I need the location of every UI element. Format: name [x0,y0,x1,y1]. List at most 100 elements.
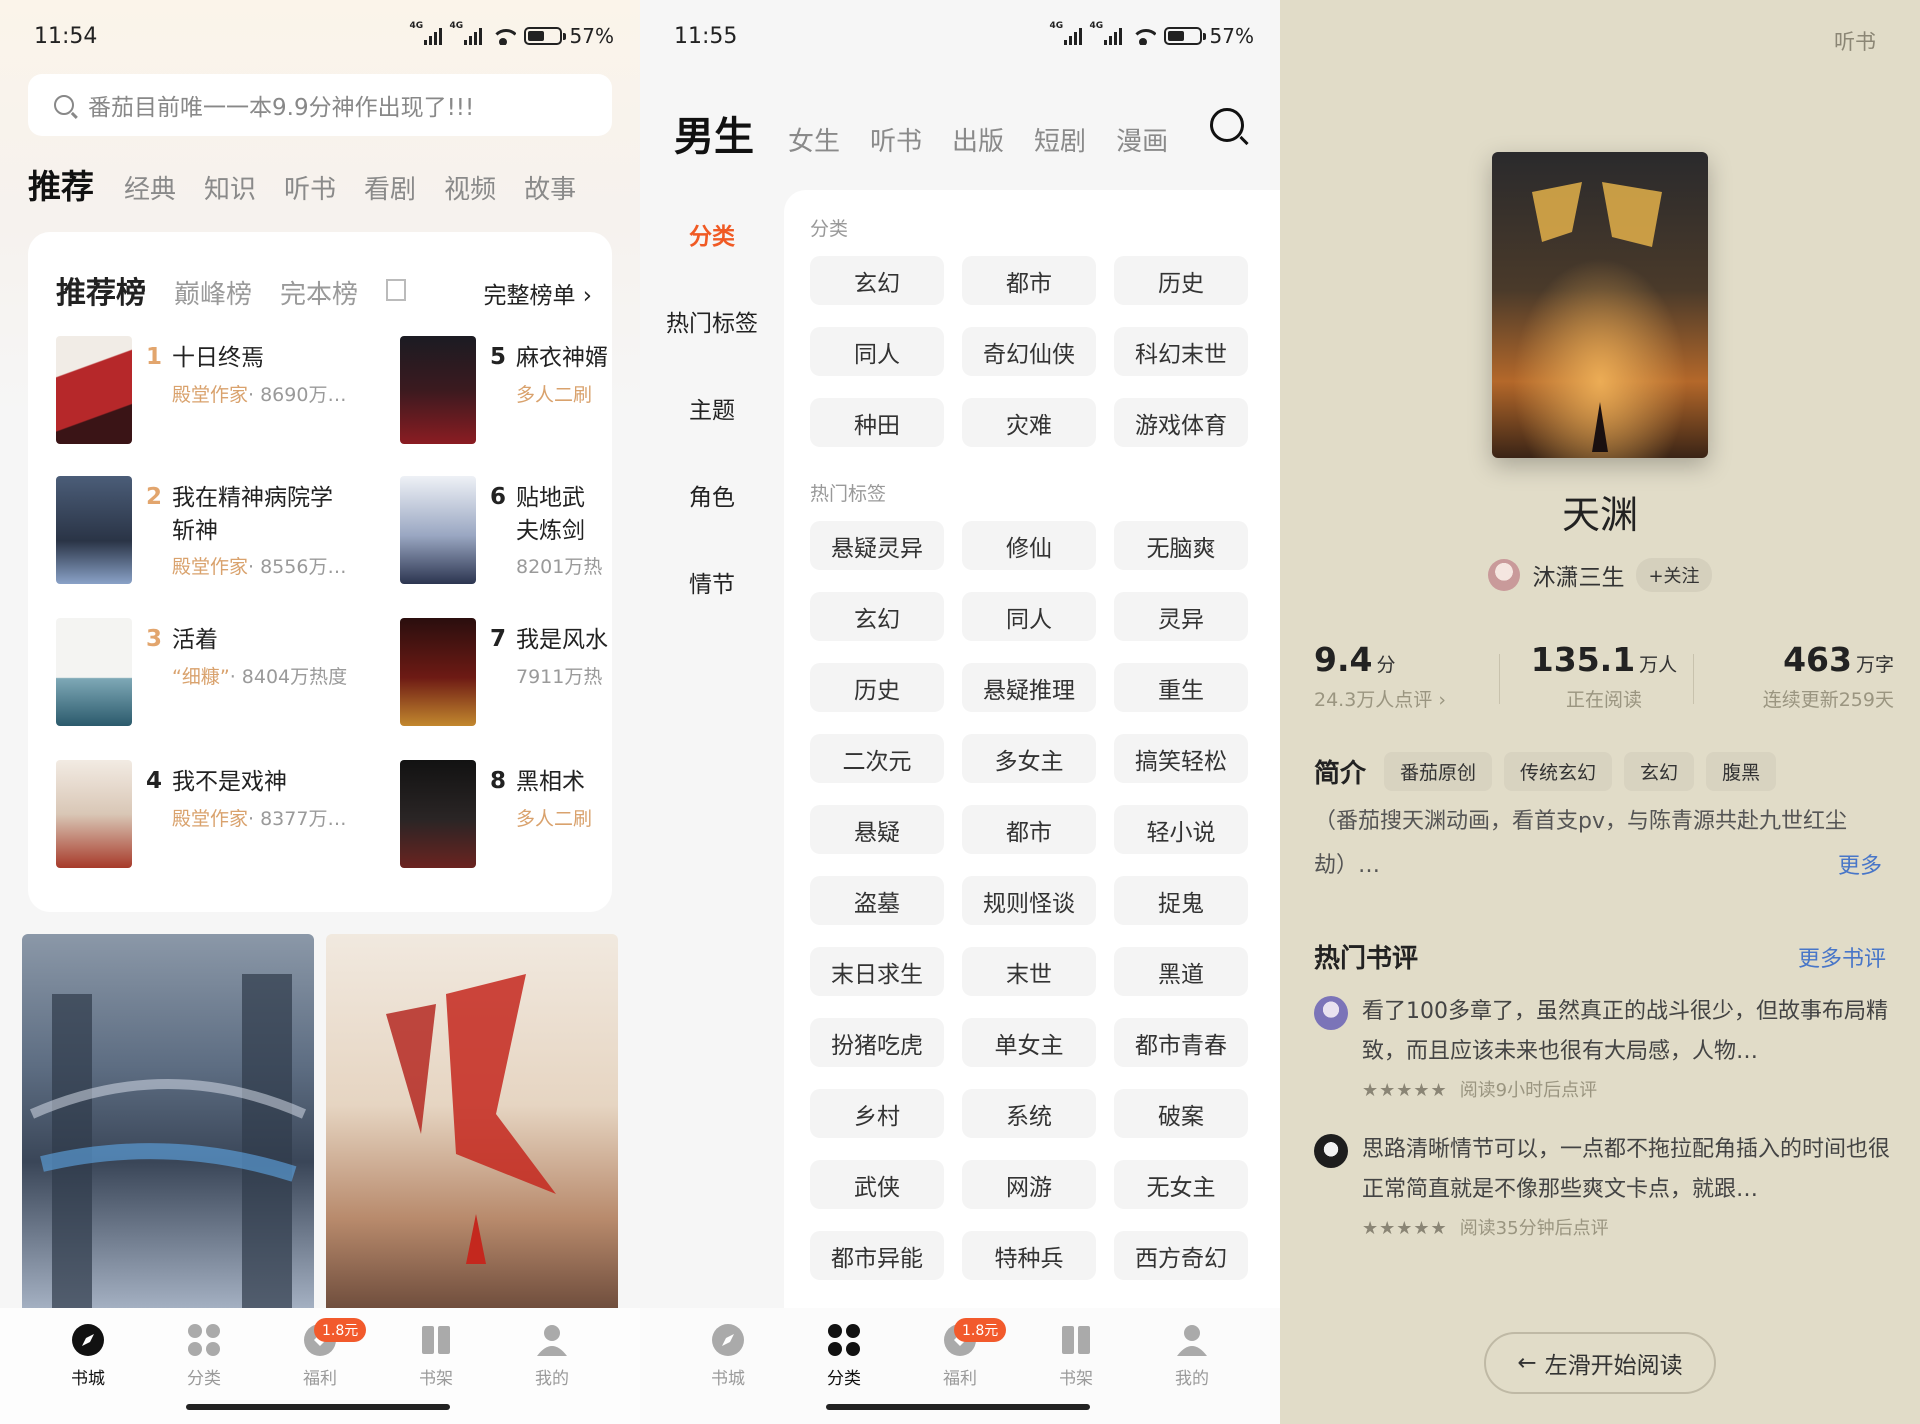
author-name[interactable]: 沐潇三生 [1532,558,1624,592]
nav-bookstore[interactable]: 书城 [688,1322,768,1424]
category-chip[interactable]: 轻小说 [1114,805,1248,854]
tab-drama[interactable]: 看剧 [364,169,416,206]
category-chip[interactable]: 搞笑轻松 [1114,734,1248,783]
sidebar-item-category[interactable]: 分类 [640,190,784,277]
list-item[interactable]: 8 黑相术 多人二刷 [400,760,616,870]
category-chip[interactable]: 科幻末世 [1114,327,1248,376]
category-chip[interactable]: 玄幻 [810,592,944,641]
tab-published[interactable]: 出版 [952,121,1004,158]
category-chip[interactable]: 都市异能 [810,1231,944,1280]
book-tag[interactable]: 传统玄幻 [1504,752,1613,791]
list-item[interactable]: 1 十日终焉 殿堂作家· 8690万… [56,336,376,446]
category-chip[interactable]: 无女主 [1114,1160,1248,1209]
category-chip[interactable]: 无脑爽 [1114,521,1248,570]
tab-female[interactable]: 女生 [788,121,840,158]
category-chip[interactable]: 都市 [962,256,1096,305]
list-item[interactable]: 5 麻衣神婿 多人二刷 [400,336,616,446]
tab-recommend-rank[interactable]: 推荐榜 [56,268,146,312]
category-chip[interactable]: 修仙 [962,521,1096,570]
book-tag[interactable]: 番茄原创 [1384,752,1493,791]
search-bar[interactable]: 番茄目前唯一一本9.9分神作出现了!!! [28,74,612,136]
category-chip[interactable]: 悬疑灵异 [810,521,944,570]
more-reviews-link[interactable]: 更多书评 [1798,941,1886,973]
category-chip[interactable]: 都市 [962,805,1096,854]
category-chip[interactable]: 黑道 [1114,947,1248,996]
category-chip[interactable]: 西方奇幻 [1114,1231,1248,1280]
tab-finished-rank[interactable]: 完本榜 [280,274,358,311]
tab-knowledge[interactable]: 知识 [204,169,256,206]
tab-classic[interactable]: 经典 [124,169,176,206]
category-chip[interactable]: 武侠 [810,1160,944,1209]
tab-video[interactable]: 视频 [444,169,496,206]
start-reading-button[interactable]: ← 左滑开始阅读 [1484,1332,1716,1394]
category-chip[interactable]: 历史 [810,663,944,712]
review-item[interactable]: 思路清晰情节可以，一点都不拖拉配角插入的时间也很正常简直就是不像那些爽文卡点，就… [1314,1130,1894,1240]
follow-button[interactable]: +关注 [1636,558,1712,592]
sidebar-item-theme[interactable]: 主题 [640,364,784,451]
tab-comics[interactable]: 漫画 [1116,121,1168,158]
tab-audiobook[interactable]: 听书 [870,121,922,158]
category-chip[interactable]: 种田 [810,398,944,447]
category-chip[interactable]: 多女主 [962,734,1096,783]
category-chip[interactable]: 特种兵 [962,1231,1096,1280]
tab-story[interactable]: 故事 [524,169,576,206]
tab-short-drama[interactable]: 短剧 [1034,121,1086,158]
nav-profile[interactable]: 我的 [1152,1322,1232,1424]
category-chip[interactable]: 奇幻仙侠 [962,327,1096,376]
category-chip[interactable]: 同人 [810,327,944,376]
sidebar-item-plot[interactable]: 情节 [640,538,784,625]
featured-book-cover[interactable] [22,934,314,1314]
rank-number: 6 [490,484,507,510]
list-item[interactable]: 6 贴地武夫炼剑起飞 8201万热 [400,476,616,586]
category-chip[interactable]: 二次元 [810,734,944,783]
list-item[interactable]: 4 我不是戏神 殿堂作家· 8377万… [56,760,376,870]
book-tag[interactable]: 玄幻 [1624,752,1695,791]
avatar[interactable] [1488,559,1521,591]
category-chip[interactable]: 同人 [962,592,1096,641]
nav-profile[interactable]: 我的 [512,1322,592,1424]
tab-audiobook[interactable]: 听书 [284,169,336,206]
category-chip[interactable]: 系统 [962,1089,1096,1138]
category-chip[interactable]: 玄幻 [810,256,944,305]
category-chip[interactable]: 悬疑推理 [962,663,1096,712]
category-chip[interactable]: 游戏体育 [1114,398,1248,447]
review-item[interactable]: 看了100多章了，虽然真正的战斗很少，但故事布局精致，而且应该未来也很有大局感，… [1314,992,1894,1102]
featured-book-cover[interactable] [326,934,618,1314]
tab-peak-rank[interactable]: 巅峰榜 [174,274,252,311]
category-chip[interactable]: 悬疑 [810,805,944,854]
listen-button[interactable]: 听书 [1834,26,1876,56]
category-chip[interactable]: 重生 [1114,663,1248,712]
home-indicator[interactable] [186,1404,450,1410]
category-chip[interactable]: 末世 [962,947,1096,996]
book-cover [56,476,132,584]
tab-male[interactable]: 男生 [674,104,754,162]
category-chips: 玄幻 都市 历史同人 奇幻仙侠 科幻末世种田 灾难 游戏体育 [810,256,1254,447]
category-chip[interactable]: 灵异 [1114,592,1248,641]
category-chip[interactable]: 灾难 [962,398,1096,447]
book-tag[interactable]: 腹黑 [1706,752,1777,791]
full-list-link[interactable]: 完整榜单 › [483,276,592,310]
list-item[interactable]: 2 我在精神病院学斩神 殿堂作家· 8556万… [56,476,376,586]
search-icon[interactable] [1210,108,1244,142]
category-chip[interactable]: 乡村 [810,1089,944,1138]
more-link[interactable]: 更多 [1838,848,1882,880]
sidebar-item-hot-tags[interactable]: 热门标签 [640,277,784,364]
category-chip[interactable]: 网游 [962,1160,1096,1209]
home-indicator[interactable] [826,1404,1090,1410]
category-chip[interactable]: 都市青春 [1114,1018,1248,1067]
category-chip[interactable]: 扮猪吃虎 [810,1018,944,1067]
category-chip[interactable]: 历史 [1114,256,1248,305]
rating-stat[interactable]: 9.4 分 24.3万人点评 › [1314,640,1507,712]
category-chip[interactable]: 破案 [1114,1089,1248,1138]
nav-bookstore[interactable]: 书城 [48,1322,128,1424]
sidebar-item-role[interactable]: 角色 [640,451,784,538]
category-chip[interactable]: 盗墓 [810,876,944,925]
list-item[interactable]: 7 我是风水 7911万热 [400,618,616,728]
category-chip[interactable]: 末日求生 [810,947,944,996]
category-chip[interactable]: 单女主 [962,1018,1096,1067]
category-chip[interactable]: 规则怪谈 [962,876,1096,925]
list-item[interactable]: 3 活着 “细糠”· 8404万热度 [56,618,376,728]
bookmark-icon[interactable] [386,279,407,301]
tab-recommend[interactable]: 推荐 [28,160,94,208]
category-chip[interactable]: 捉鬼 [1114,876,1248,925]
